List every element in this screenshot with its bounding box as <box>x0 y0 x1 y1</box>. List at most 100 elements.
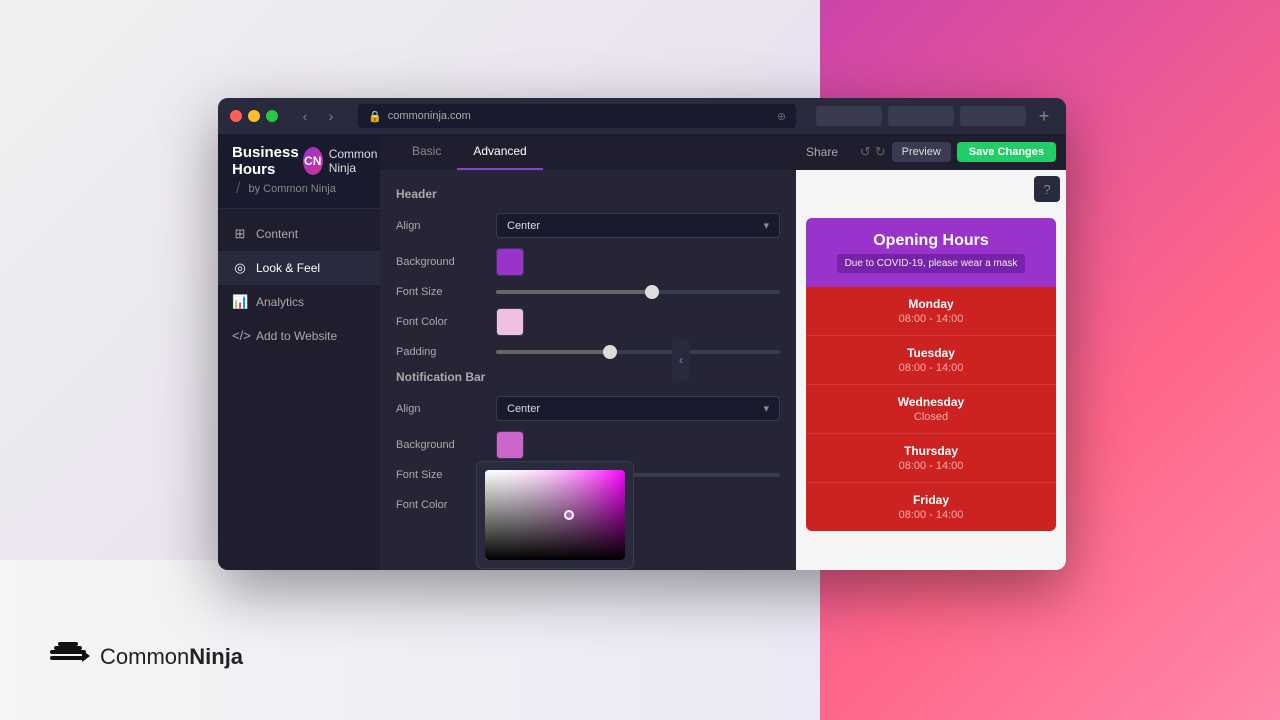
user-avatar: CN <box>303 147 323 175</box>
app-layout: Business Hours CN Common Ninja ▾ / by Co… <box>218 134 1066 570</box>
notif-align-value: Center <box>507 403 540 415</box>
color-picker-cursor[interactable] <box>564 510 574 520</box>
font-size-label: Font Size <box>396 286 496 298</box>
forward-button[interactable]: › <box>320 105 342 127</box>
save-changes-button[interactable]: Save Changes <box>957 142 1056 162</box>
widget-hours-thursday: 08:00 - 14:00 <box>822 460 1040 472</box>
notif-bg-row: Background <box>396 431 780 459</box>
brand-name: CommonNinja <box>100 644 243 670</box>
chevron-down-icon: ▾ <box>763 219 769 232</box>
font-color-row: Font Color <box>396 308 780 336</box>
user-name: Common Ninja <box>329 147 386 175</box>
padding-track <box>496 350 780 354</box>
notif-bg-label: Background <box>396 439 496 451</box>
widget-row-thursday: Thursday 08:00 - 14:00 <box>806 434 1056 483</box>
notification-section-title: Notification Bar <box>396 370 780 384</box>
widget-day-tuesday: Tuesday <box>822 346 1040 360</box>
sidebar-label-add-website: Add to Website <box>256 329 337 343</box>
url-text: commoninja.com <box>388 110 471 122</box>
maximize-button[interactable] <box>266 110 278 122</box>
widget-row-monday: Monday 08:00 - 14:00 <box>806 287 1056 336</box>
tab-basic[interactable]: Basic <box>396 134 457 170</box>
bottom-brand: CommonNinja <box>50 642 243 672</box>
font-size-thumb[interactable] <box>645 285 659 299</box>
minimize-button[interactable] <box>248 110 260 122</box>
undo-icon[interactable]: ↺ <box>860 144 871 160</box>
notif-align-control: Center ▾ <box>496 396 780 421</box>
bg-label: Background <box>396 256 496 268</box>
sidebar-item-analytics[interactable]: 📊 Analytics <box>218 285 380 319</box>
brand-logo: CommonNinja <box>50 642 243 672</box>
bg-decoration-bottom <box>0 560 820 720</box>
analytics-icon: 📊 <box>232 294 248 310</box>
browser-window: ‹ › 🔒 commoninja.com ⊕ + Business Hours <box>218 98 1066 570</box>
app-subtitle: by Common Ninja <box>248 183 335 195</box>
tab-advanced[interactable]: Advanced <box>457 134 542 170</box>
font-color-control <box>496 308 780 336</box>
redo-icon[interactable]: ↻ <box>875 144 886 160</box>
panel-toggle-button[interactable]: ‹ <box>672 340 690 380</box>
widget-hours-monday: 08:00 - 14:00 <box>822 313 1040 325</box>
padding-label: Padding <box>396 346 496 358</box>
color-picker-popup <box>476 461 634 569</box>
sidebar-label-look-feel: Look & Feel <box>256 261 320 275</box>
bg-control <box>496 248 780 276</box>
back-button[interactable]: ‹ <box>294 105 316 127</box>
browser-nav: ‹ › <box>294 105 342 127</box>
padding-row: Padding <box>396 346 780 358</box>
tab-stub-3[interactable] <box>960 106 1026 126</box>
sidebar-nav: ⊞ Content ◎ Look & Feel 📊 Analytics </> … <box>218 209 380 360</box>
address-bar[interactable]: 🔒 commoninja.com ⊕ <box>358 104 796 128</box>
align-row: Align Center ▾ <box>396 213 780 238</box>
tab-stub-2[interactable] <box>888 106 954 126</box>
bg-color-swatch[interactable] <box>496 248 524 276</box>
panel-area: Header Align Center ▾ Background <box>380 171 796 570</box>
refresh-icons: ↺ ↻ <box>860 144 886 160</box>
header-section-title: Header <box>396 187 780 201</box>
font-color-label: Font Color <box>396 316 496 328</box>
preview-toolbar: Share ↺ ↻ Preview Save Changes <box>796 134 1066 170</box>
sidebar-item-content[interactable]: ⊞ Content <box>218 217 380 251</box>
widget-rows: Monday 08:00 - 14:00 Tuesday 08:00 - 14:… <box>806 287 1056 531</box>
preview-button[interactable]: Preview <box>892 142 951 162</box>
notif-align-label: Align <box>396 403 496 415</box>
close-button[interactable] <box>230 110 242 122</box>
padding-thumb[interactable] <box>603 345 617 359</box>
new-tab-button[interactable]: + <box>1034 106 1054 126</box>
widget-preview: Opening Hours Due to COVID-19, please we… <box>796 208 1066 570</box>
padding-slider[interactable] <box>496 350 780 354</box>
widget-day-wednesday: Wednesday <box>822 395 1040 409</box>
brand-name-light: Common <box>100 644 189 669</box>
code-icon: </> <box>232 328 248 343</box>
notif-align-select[interactable]: Center ▾ <box>496 396 780 421</box>
tab-stub-1[interactable] <box>816 106 882 126</box>
align-value: Center <box>507 220 540 232</box>
brand-name-bold: Ninja <box>189 644 243 669</box>
sidebar-label-content: Content <box>256 227 298 241</box>
align-select[interactable]: Center ▾ <box>496 213 780 238</box>
gradient-canvas[interactable] <box>485 470 625 560</box>
app-title: Business Hours <box>232 144 299 178</box>
font-color-swatch[interactable] <box>496 308 524 336</box>
tabs-bar: Basic Advanced <box>380 134 796 171</box>
notif-chevron-down-icon: ▾ <box>763 402 769 415</box>
sidebar-item-add-website[interactable]: </> Add to Website <box>218 319 380 352</box>
share-label: Share <box>806 145 838 159</box>
widget-day-monday: Monday <box>822 297 1040 311</box>
font-size-slider[interactable] <box>496 290 780 294</box>
app-header: Business Hours CN Common Ninja ▾ / by Co… <box>218 134 380 209</box>
widget-row-tuesday: Tuesday 08:00 - 14:00 <box>806 336 1056 385</box>
font-size-track <box>496 290 780 294</box>
widget-row-friday: Friday 08:00 - 14:00 <box>806 483 1056 531</box>
preview-actions: ↺ ↻ Preview Save Changes <box>860 142 1056 162</box>
notif-bg-swatch[interactable] <box>496 431 524 459</box>
align-label: Align <box>396 220 496 232</box>
font-size-row: Font Size <box>396 286 780 298</box>
title-separator: / <box>236 180 240 198</box>
background-row: Background <box>396 248 780 276</box>
notif-bg-control <box>496 431 780 459</box>
help-button[interactable]: ? <box>1034 176 1060 202</box>
widget-row-wednesday: Wednesday Closed <box>806 385 1056 434</box>
sidebar-item-look-feel[interactable]: ◎ Look & Feel <box>218 251 380 285</box>
palette-icon: ◎ <box>232 260 248 276</box>
